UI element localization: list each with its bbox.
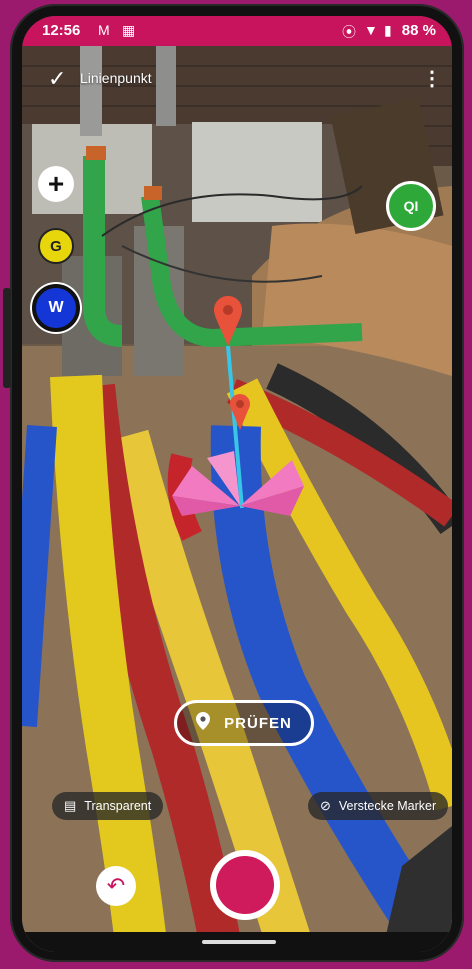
status-time: 12:56 (42, 22, 81, 39)
transparent-label: Transparent (84, 799, 152, 813)
location-icon: ⦿ (342, 24, 356, 40)
pruefen-label: PRÜFEN (224, 714, 292, 732)
phone-side-button (3, 288, 11, 388)
pruefen-button[interactable]: PRÜFEN (174, 700, 314, 746)
record-button-inner (216, 856, 274, 914)
gmail-icon: M (98, 22, 110, 38)
undo-button[interactable]: ↶ (96, 866, 136, 906)
battery-icon: ▮ (384, 22, 392, 38)
calendar-icon: ▦ (122, 22, 136, 38)
screen: 12:56 M ▦ ⦿ ▼ ▮ 88 % ✓ Linienpunkt ⋮ + G… (22, 16, 452, 952)
page-title: Linienpunkt (80, 70, 152, 86)
layer-g-button[interactable]: G (38, 228, 74, 264)
layer-w-button[interactable]: W (32, 284, 80, 332)
add-button[interactable]: + (38, 166, 74, 202)
more-vert-icon[interactable]: ⋮ (422, 66, 442, 91)
hide-markers-toggle[interactable]: ⊘ Verstecke Marker (308, 792, 449, 820)
layer-ql-button[interactable]: QI (386, 181, 436, 231)
status-bar: 12:56 M ▦ ⦿ ▼ ▮ 88 % (22, 16, 452, 46)
texture-icon: ▤ (64, 798, 77, 813)
home-handle[interactable] (202, 940, 276, 944)
hide-markers-label: Verstecke Marker (338, 799, 437, 813)
record-button[interactable] (210, 850, 280, 920)
transparent-toggle[interactable]: ▤ Transparent (52, 792, 164, 820)
location-pin-icon (196, 712, 211, 734)
wifi-icon: ▼ (364, 22, 378, 38)
top-bar: ✓ Linienpunkt ⋮ (22, 62, 452, 102)
check-icon[interactable]: ✓ (48, 66, 66, 92)
battery-percent: 88 % (401, 22, 436, 39)
location-off-icon: ⊘ (320, 798, 331, 813)
undo-icon: ↶ (106, 873, 126, 898)
